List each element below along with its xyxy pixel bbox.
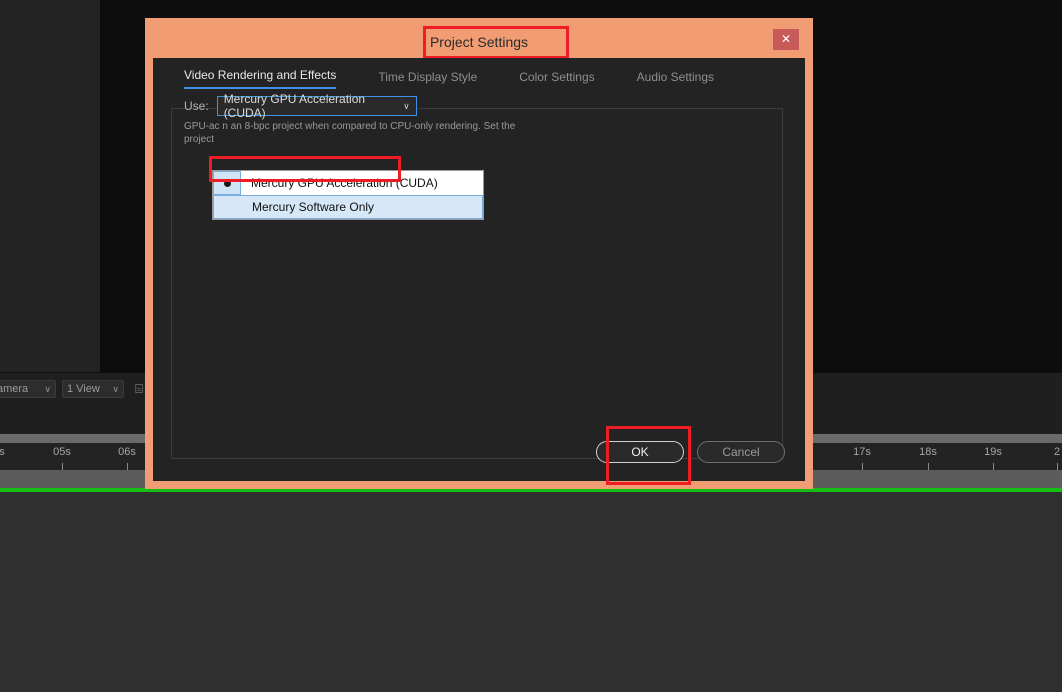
camera-selector[interactable]: amera ∨ bbox=[0, 380, 56, 398]
dialog-title: Project Settings bbox=[429, 34, 529, 50]
renderer-dropdown-list[interactable]: Mercury GPU Acceleration (CUDA) Mercury … bbox=[212, 170, 484, 220]
tab-video-rendering-and-effects[interactable]: Video Rendering and Effects bbox=[184, 68, 337, 89]
timeline-ruler-label: 06s bbox=[118, 446, 136, 458]
tab-audio-settings[interactable]: Audio Settings bbox=[637, 70, 714, 89]
renderer-description-line-1: GPU-ac n an 8-bpc project when compared … bbox=[184, 121, 516, 132]
chevron-down-icon: ∨ bbox=[112, 383, 119, 394]
dropdown-option-mercury-software-only[interactable]: Mercury Software Only bbox=[213, 195, 483, 219]
dialog-body: Video Rendering and Effects Time Display… bbox=[153, 58, 805, 481]
tab-time-display-style[interactable]: Time Display Style bbox=[378, 70, 477, 89]
renderer-description: GPU-ac n an 8-bpc project when compared … bbox=[184, 120, 766, 146]
timeline-ruler-tick bbox=[127, 463, 128, 470]
dropdown-option-mercury-gpu-acceleration-cuda[interactable]: Mercury GPU Acceleration (CUDA) bbox=[213, 171, 483, 195]
dialog-titlebar: Project Settings ✕ bbox=[153, 26, 805, 59]
timeline-ruler-label: s bbox=[0, 446, 5, 458]
timeline-ruler-tick bbox=[928, 463, 929, 470]
tab-color-settings[interactable]: Color Settings bbox=[519, 70, 594, 89]
renderer-select-value: Mercury GPU Acceleration (CUDA) bbox=[223, 92, 366, 120]
chevron-down-icon: ∨ bbox=[44, 383, 51, 394]
timeline-ruler-label: 17s bbox=[853, 446, 871, 458]
timeline-ruler-tick bbox=[993, 463, 994, 470]
timeline-ruler-label: 19s bbox=[984, 446, 1002, 458]
renderer-select[interactable]: Mercury GPU Acceleration (CUDA) ∨ bbox=[216, 92, 417, 120]
project-settings-dialog: Project Settings ✕ Video Rendering and E… bbox=[145, 18, 813, 489]
renderer-field-row: Use: Mercury GPU Acceleration (CUDA) ∨ bbox=[184, 92, 417, 120]
timeline-ruler-label: 18s bbox=[919, 446, 937, 458]
radio-empty-icon bbox=[214, 196, 242, 218]
renderer-description-line-2: project bbox=[184, 134, 215, 145]
dropdown-option-label: Mercury GPU Acceleration (CUDA) bbox=[251, 176, 438, 190]
timeline-ruler-label: 05s bbox=[53, 446, 71, 458]
timeline-panel-body bbox=[0, 492, 1062, 692]
timeline-ruler-tick bbox=[1057, 463, 1058, 470]
camera-selector-label: amera bbox=[0, 383, 29, 395]
dropdown-option-label: Mercury Software Only bbox=[252, 200, 375, 214]
dialog-button-row: OK Cancel bbox=[596, 441, 785, 463]
view-layout-label: 1 View bbox=[67, 383, 100, 395]
timeline-ruler-tick bbox=[862, 463, 863, 470]
cancel-button[interactable]: Cancel bbox=[697, 441, 785, 463]
tab-bar: Video Rendering and Effects Time Display… bbox=[184, 68, 756, 89]
timeline-ruler-label: 2 bbox=[1053, 446, 1061, 458]
radio-selected-icon bbox=[213, 171, 241, 195]
timeline-ruler-tick bbox=[62, 463, 63, 470]
use-label: Use: bbox=[184, 99, 209, 113]
view-layout-selector[interactable]: 1 View ∨ bbox=[62, 380, 124, 398]
close-icon[interactable]: ✕ bbox=[773, 29, 799, 50]
settings-panel bbox=[171, 108, 783, 459]
chevron-down-icon: ∨ bbox=[403, 100, 410, 111]
ok-button[interactable]: OK bbox=[596, 441, 684, 463]
left-panel bbox=[0, 0, 100, 372]
